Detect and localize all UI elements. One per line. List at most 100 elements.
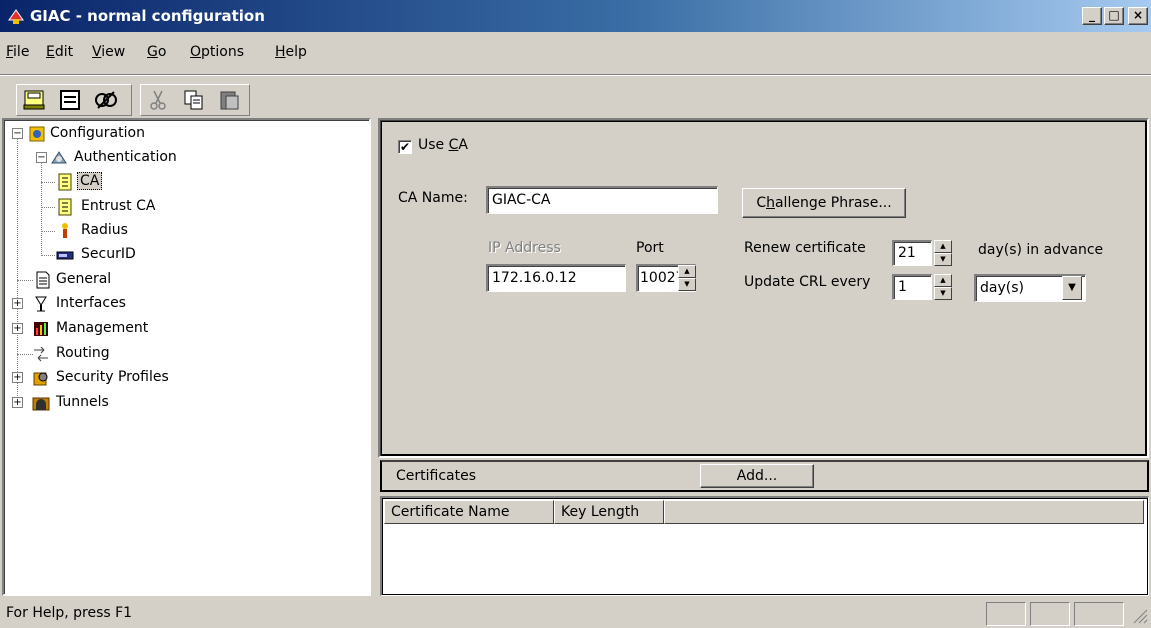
menu-edit[interactable]: Edit [46,44,73,60]
status-panel-3 [1074,602,1124,626]
tree-item-securid[interactable]: SecurID [4,245,344,265]
tree-label-interfaces: Interfaces [56,295,126,311]
menu-help[interactable]: Help [275,44,307,60]
use-ca-checkbox[interactable]: ✔ [398,140,412,154]
expand-icon[interactable]: + [12,323,23,334]
minimize-button[interactable]: _ [1082,7,1102,25]
menu-file-label: ile [13,44,30,60]
save-icon [23,90,45,110]
ca-name-input[interactable]: GIAC-CA [486,186,718,214]
tree-item-tunnels[interactable]: + Tunnels [4,393,344,413]
tree-label-security-profiles: Security Profiles [56,369,169,385]
update-crl-spinner[interactable]: ▲ ▼ [934,274,952,300]
menu-options-label: ptions [201,44,245,60]
properties-icon [60,90,80,110]
properties-button[interactable] [57,88,83,112]
spin-up-icon[interactable]: ▲ [934,274,952,287]
menu-go[interactable]: Go [147,44,166,60]
connect-icon [95,91,117,109]
interfaces-icon [35,296,47,312]
menu-go-accel: G [147,44,158,60]
tree-item-security-profiles[interactable]: + Security Profiles [4,368,344,388]
resize-grip-icon[interactable] [1130,606,1148,624]
copy-icon [184,90,203,110]
routing-icon [34,346,48,362]
app-icon [8,9,24,24]
spin-down-icon[interactable]: ▼ [678,278,696,291]
renew-suffix-label: day(s) in advance [978,242,1104,258]
menu-options-accel: O [190,44,202,60]
use-ca-label-post: A [458,137,468,153]
update-crl-input[interactable]: 1 [892,274,932,300]
spin-up-icon[interactable]: ▲ [934,240,952,253]
chevron-down-icon[interactable]: ▼ [1062,276,1082,300]
certificate-icon [58,198,72,216]
status-panel-1 [986,602,1026,626]
tree-label-ca: CA [77,172,103,190]
column-header-filler [664,500,1144,524]
add-certificate-button[interactable]: Add... [700,464,814,488]
use-ca-label[interactable]: Use CA [418,137,468,153]
title-bar[interactable]: GIAC - normal configuration _ □ × [0,0,1151,32]
menu-edit-accel: E [46,44,55,60]
certificate-icon [58,173,72,191]
status-panel-2 [1030,602,1070,626]
connect-button[interactable] [93,88,119,112]
tunnels-icon [32,397,50,411]
tree-item-entrust-ca[interactable]: Entrust CA [4,197,344,217]
copy-button[interactable] [181,88,207,112]
toolbar-separator [0,74,1151,76]
tree-label-authentication: Authentication [74,149,177,165]
challenge-label-pre: C [756,195,767,211]
expand-icon[interactable]: + [12,372,23,383]
expand-icon[interactable]: + [12,397,23,408]
paste-icon [220,91,239,110]
tree-item-ca[interactable]: CA [4,172,344,192]
expand-icon[interactable]: + [12,298,23,309]
menu-file-accel: F [6,44,14,60]
ca-name-label: CA Name: [398,190,468,206]
save-button[interactable] [21,88,47,112]
tree-item-general[interactable]: General [4,270,344,290]
maximize-button[interactable]: □ [1104,7,1124,25]
port-label: Port [636,240,664,256]
collapse-icon[interactable]: − [12,128,23,139]
spin-up-icon[interactable]: ▲ [678,265,696,278]
close-button[interactable]: × [1128,7,1148,25]
renew-certificate-label: Renew certificate [744,240,866,256]
menu-view[interactable]: View [92,44,125,60]
toolbar-group-2 [140,84,250,116]
tree-item-interfaces[interactable]: + Interfaces [4,294,344,314]
menu-file[interactable]: File [6,44,29,60]
tree-item-routing[interactable]: Routing [4,344,344,364]
tree-item-management[interactable]: + Management [4,319,344,339]
tree-label-routing: Routing [56,345,110,361]
status-text: For Help, press F1 [6,605,133,621]
tree-item-radius[interactable]: Radius [4,221,344,241]
menu-options[interactable]: Options [190,44,244,60]
status-bar: For Help, press F1 [0,600,1151,628]
config-tree[interactable]: − Configuration − Authentication CA Entr… [2,118,371,596]
ip-address-input[interactable]: 172.16.0.12 [486,264,626,292]
tree-label-entrust-ca: Entrust CA [81,198,156,214]
renew-days-input[interactable]: 21 [892,240,932,266]
update-crl-unit-value: day(s) [980,280,1024,296]
spin-down-icon[interactable]: ▼ [934,253,952,266]
port-spinner[interactable]: ▲ ▼ [678,265,696,291]
column-header-certificate-name[interactable]: Certificate Name [384,500,554,524]
challenge-phrase-button[interactable]: Challenge Phrase... [742,188,906,218]
update-crl-label: Update CRL every [744,274,871,290]
certificates-header: Certificates Add... [380,460,1149,492]
spin-down-icon[interactable]: ▼ [934,287,952,300]
renew-days-spinner[interactable]: ▲ ▼ [934,240,952,266]
paste-button[interactable] [217,88,243,112]
column-header-key-length[interactable]: Key Length [554,500,664,524]
challenge-label-accel: h [766,195,775,211]
menu-help-label: elp [285,44,307,60]
cut-button[interactable] [145,88,171,112]
certificates-list[interactable]: Certificate Name Key Length [380,496,1149,596]
tree-item-authentication[interactable]: − Authentication [4,148,344,168]
tree-item-configuration[interactable]: − Configuration [4,124,344,144]
menu-go-label: o [157,44,167,60]
collapse-icon[interactable]: − [36,152,47,163]
